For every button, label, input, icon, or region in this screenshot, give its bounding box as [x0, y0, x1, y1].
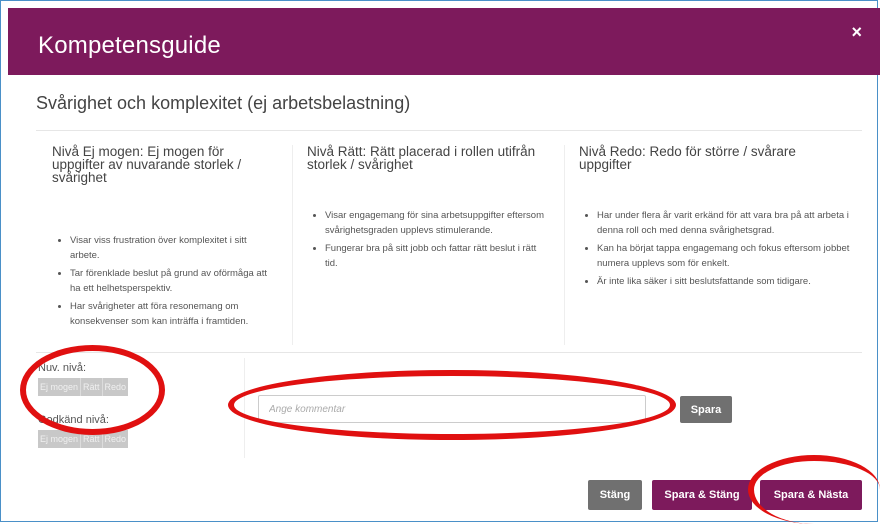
level-column-ej-mogen: Nivå Ej mogen: Ej mogen för uppgifter av… [38, 145, 290, 345]
level-bullets: Har under flera år varit erkänd för att … [579, 208, 850, 289]
save-next-button[interactable]: Spara & Nästa [760, 480, 862, 510]
current-level-ratt[interactable]: Rätt [81, 378, 103, 396]
comment-input[interactable] [258, 395, 646, 423]
list-item: Visar engagemang för sina arbetsuppgifte… [325, 208, 548, 238]
approved-level-group: Ej mogen Rätt Redo [38, 430, 238, 448]
list-item: Har svårigheter att föra resonemang om k… [70, 299, 276, 329]
level-selectors: Nuv. nivå: Ej mogen Rätt Redo Godkänd ni… [38, 362, 238, 448]
list-item: Har under flera år varit erkänd för att … [597, 208, 850, 238]
level-heading: Nivå Redo: Redo för större / svårare upp… [579, 144, 796, 172]
approved-level-ej-mogen[interactable]: Ej mogen [38, 430, 82, 448]
close-button[interactable]: Stäng [588, 480, 642, 510]
approved-level-label: Godkänd nivå: [38, 414, 109, 426]
modal-header: Kompetensguide × [8, 8, 880, 75]
level-heading: Nivå Ej mogen: Ej mogen för uppgifter av… [52, 144, 242, 185]
list-item: Fungerar bra på sitt jobb och fattar rät… [325, 241, 548, 271]
current-level-group: Ej mogen Rätt Redo [38, 378, 238, 396]
section-title: Svårighet och komplexitet (ej arbetsbela… [36, 93, 411, 113]
list-item: Kan ha börjat tappa engagemang och fokus… [597, 241, 850, 271]
save-close-button[interactable]: Spara & Stäng [652, 480, 752, 510]
level-heading: Nivå Rätt: Rätt placerad i rollen utifrå… [307, 144, 536, 172]
approved-level-redo[interactable]: Redo [102, 430, 129, 448]
level-bullets: Visar viss frustration över komplexitet … [52, 233, 276, 329]
save-button[interactable]: Spara [680, 396, 732, 423]
list-item: Är inte lika säker i sitt beslutsfattand… [597, 274, 850, 289]
approved-level-ratt[interactable]: Rätt [81, 430, 103, 448]
close-icon[interactable]: × [851, 22, 862, 43]
current-level-ej-mogen[interactable]: Ej mogen [38, 378, 82, 396]
list-item: Visar viss frustration över komplexitet … [70, 233, 276, 263]
level-column-redo: Nivå Redo: Redo för större / svårare upp… [564, 145, 864, 345]
current-level-redo[interactable]: Redo [102, 378, 129, 396]
divider [36, 352, 862, 353]
current-level-label: Nuv. nivå: [38, 362, 87, 374]
level-column-ratt: Nivå Rätt: Rätt placerad i rollen utifrå… [292, 145, 562, 345]
list-item: Tar förenklade beslut på grund av oförmå… [70, 266, 276, 296]
divider [244, 358, 245, 458]
divider [36, 130, 862, 131]
level-bullets: Visar engagemang för sina arbetsuppgifte… [307, 208, 548, 271]
modal-title: Kompetensguide [38, 32, 221, 59]
